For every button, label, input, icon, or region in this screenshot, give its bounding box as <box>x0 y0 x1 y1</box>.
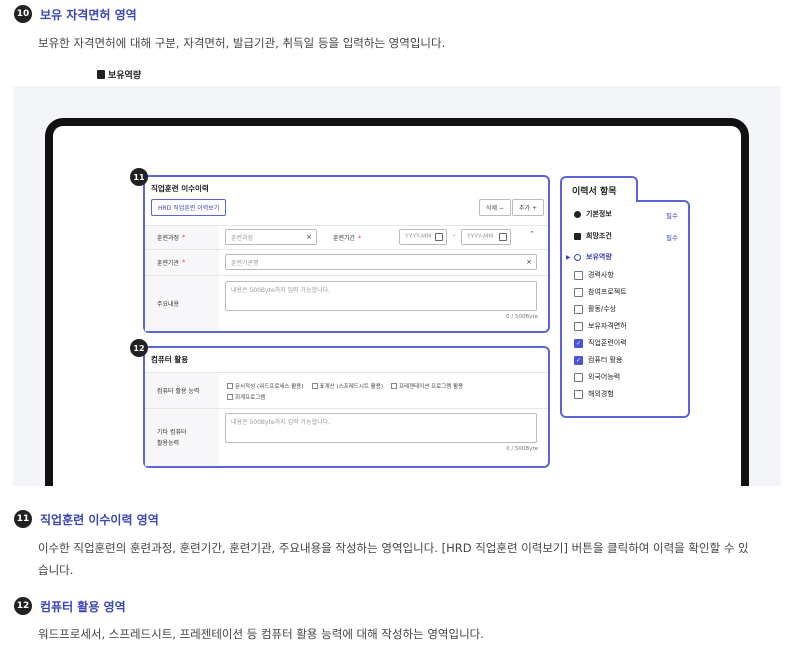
period-label: 훈련기간 * <box>333 235 362 242</box>
other-label: 기타 컴퓨터 활용능력 <box>145 409 219 466</box>
sidebar-item-career[interactable]: 경력사항 <box>574 270 614 280</box>
page-title-label: 보유역량 <box>108 71 142 81</box>
section-12-badge: 12 <box>130 339 148 357</box>
other-counter: 0 / 500Byte <box>506 446 538 452</box>
training-panel-title: 직업훈련 이수이력 <box>151 184 209 193</box>
checkbox[interactable] <box>574 372 583 382</box>
checkbox[interactable] <box>574 389 583 399</box>
sidebar-item-hope[interactable]: 희망조건 <box>574 231 612 241</box>
required-tag: 필수 <box>666 234 678 242</box>
training-panel: 직업훈련 이수이력 HRD 직업훈련 이력보기 삭제 − 추가 + 훈련과정 * … <box>143 175 550 333</box>
delete-button[interactable]: 삭제 − <box>479 199 511 216</box>
calendar-icon[interactable] <box>499 233 507 241</box>
clear-icon[interactable]: × <box>306 233 312 241</box>
sidebar-item-basic[interactable]: 기본정보 <box>574 209 612 219</box>
section-11-header: 11 직업훈련 이수이력 영역 <box>14 510 159 528</box>
date-separator: - <box>453 232 456 240</box>
option-spreadsheet[interactable]: 표계산 (스프레드시트 활용) <box>311 382 383 390</box>
course-input[interactable]: 훈련과정 × <box>225 229 317 245</box>
section-description: 워드프로세서, 스프레드시트, 프레젠테이션 등 컴퓨터 활용 능력에 대해 작… <box>38 627 484 641</box>
hrd-history-button[interactable]: HRD 직업훈련 이력보기 <box>151 199 227 216</box>
sidebar-item-project[interactable]: 참여프로젝트 <box>574 287 627 297</box>
ability-options-line-2: 회계프로그램 <box>227 393 265 401</box>
resume-sidebar: 이력서 항목 기본정보 필수 희망조건 필수 ▶ 보유역량 경력사항 참여프로젝… <box>560 176 690 418</box>
section-title: 보유 자격면허 영역 <box>40 7 137 22</box>
page-title: 보유역량 <box>97 68 141 81</box>
section-number-badge: 10 <box>14 5 32 23</box>
checkbox[interactable] <box>574 321 583 331</box>
course-label: 훈련과정 * <box>145 226 219 249</box>
ability-options-line-1: 문서작성 (워드프로세스 활용) 표계산 (스프레드시트 활용) 프레젠테이션 … <box>227 382 463 390</box>
sidebar-item-training[interactable]: ✓ 직업훈련이력 <box>574 338 627 348</box>
other-textarea[interactable]: 내용은 500Byte까지 입력 가능합니다. <box>225 413 537 443</box>
section-12-header: 12 컴퓨터 활용 영역 <box>14 597 126 615</box>
sidebar-item-activity[interactable]: 활동/수상 <box>574 304 616 314</box>
option-accounting[interactable]: 회계프로그램 <box>227 393 265 401</box>
option-presentation[interactable]: 프레젠테이션 프로그램 활용 <box>390 382 463 390</box>
section-number-badge: 12 <box>14 597 32 615</box>
period-end-input[interactable]: YYYY-MM <box>461 229 511 245</box>
sidebar-item-license[interactable]: 보유자격면허 <box>574 321 627 331</box>
content-label: 주요내용 <box>145 276 219 331</box>
section-description: 보유한 자격면허에 대해 구분, 자격면허, 발급기관, 취득일 등을 입력하는… <box>38 36 446 50</box>
computer-panel: 컴퓨터 활용 컴퓨터 활용 능력 문서작성 (워드프로세스 활용) 표계산 (스… <box>143 346 550 468</box>
institution-label: 훈련기관 * <box>145 250 219 275</box>
chevron-up-icon[interactable]: ⌃ <box>529 230 535 238</box>
document-icon <box>574 232 581 240</box>
section-description-line-1: 이수한 직업훈련의 훈련과정, 훈련기간, 훈련기관, 주요내용을 작성하는 영… <box>38 541 749 555</box>
add-button[interactable]: 추가 + <box>512 199 544 216</box>
sidebar-item-language[interactable]: 외국어능력 <box>574 372 620 382</box>
section-number-badge: 11 <box>14 510 32 528</box>
ability-row: 컴퓨터 활용 능력 <box>145 372 548 408</box>
section-title: 직업훈련 이수이력 영역 <box>40 512 159 527</box>
user-icon <box>574 210 581 218</box>
document-icon <box>97 70 105 79</box>
clear-icon[interactable]: × <box>526 258 532 266</box>
sidebar-item-overseas[interactable]: 해외경험 <box>574 389 614 399</box>
checkbox[interactable] <box>574 304 583 314</box>
checkbox[interactable] <box>574 270 583 280</box>
current-arrow-icon: ▶ <box>566 254 571 261</box>
checkbox-checked[interactable]: ✓ <box>574 355 583 365</box>
calendar-icon[interactable] <box>435 233 443 241</box>
people-icon <box>574 253 581 261</box>
required-tag: 필수 <box>666 212 678 220</box>
checkbox-checked[interactable]: ✓ <box>574 338 583 348</box>
checkbox[interactable] <box>574 287 583 297</box>
sidebar-item-current[interactable]: 보유역량 <box>574 252 612 262</box>
section-11-badge: 11 <box>130 168 148 186</box>
section-title: 컴퓨터 활용 영역 <box>40 599 126 614</box>
section-description-line-2: 습니다. <box>38 563 74 577</box>
sidebar-title: 이력서 항목 <box>560 176 638 202</box>
institution-input[interactable]: 훈련기관명 × <box>225 254 537 270</box>
sidebar-item-computer[interactable]: ✓ 컴퓨터 활용 <box>574 355 622 365</box>
option-word-processor[interactable]: 문서작성 (워드프로세스 활용) <box>227 382 304 390</box>
computer-panel-title: 컴퓨터 활용 <box>151 355 189 364</box>
period-start-input[interactable]: YYYY-MM <box>399 229 447 245</box>
content-counter: 0 / 500Byte <box>506 314 538 320</box>
section-10-header: 10 보유 자격면허 영역 <box>14 5 137 23</box>
ability-label: 컴퓨터 활용 능력 <box>145 373 219 408</box>
content-textarea[interactable]: 내용은 500Byte까지 입력 가능합니다. <box>225 281 537 311</box>
